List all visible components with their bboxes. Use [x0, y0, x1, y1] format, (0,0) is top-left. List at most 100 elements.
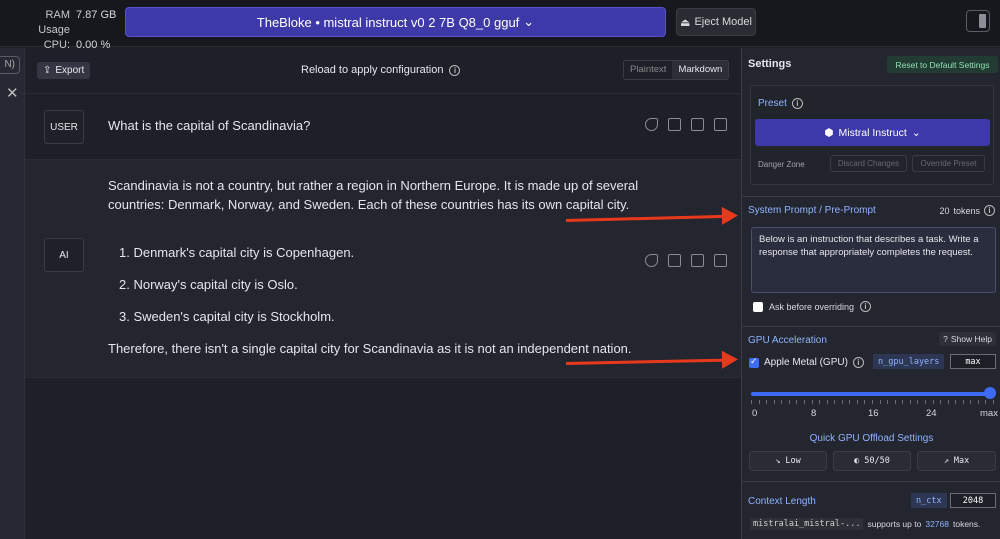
- edit-icon[interactable]: [691, 118, 704, 131]
- export-button[interactable]: ⇪ Export: [37, 62, 91, 79]
- reload-text: Reload to apply configuration: [301, 64, 444, 76]
- quick-max-button[interactable]: ↗ Max: [917, 451, 996, 471]
- ai-closing: Therefore, there isn't a single capital …: [108, 341, 632, 356]
- ctx-model-name: mistralai_mistral-...: [750, 518, 864, 530]
- resource-monitor: RAM Usage 7.87 GB CPU: 0.00 %: [12, 8, 116, 53]
- close-icon[interactable]: ✕: [6, 84, 19, 102]
- question-icon: ?: [943, 334, 948, 344]
- user-role-badge: USER: [44, 110, 84, 144]
- user-message: USER What is the capital of Scandinavia?: [25, 94, 741, 160]
- context-length-title: Context Length: [748, 496, 816, 507]
- preset-label: Preset i: [758, 98, 803, 109]
- metal-checkbox[interactable]: [749, 356, 759, 368]
- model-selector[interactable]: TheBloke • mistral instruct v0 2 7B Q8_0…: [125, 7, 666, 37]
- ctx-tag: n_ctx: [911, 493, 947, 508]
- model-name: TheBloke • mistral instruct v0 2 7B Q8_0…: [256, 14, 520, 30]
- chat-panel: ⇪ Export Reload to apply configuration i…: [25, 48, 741, 539]
- trash-icon[interactable]: [714, 118, 727, 131]
- info-icon[interactable]: i: [860, 301, 872, 312]
- chevron-down-icon: ⌄: [523, 14, 535, 29]
- reset-defaults-button[interactable]: Reset to Default Settings: [887, 56, 998, 73]
- gpu-layers-slider[interactable]: [751, 392, 994, 396]
- sidebar-toggle-icon[interactable]: [966, 10, 990, 32]
- ai-list-item: 1. Denmark's capital city is Copenhagen.: [119, 245, 355, 260]
- apple-metal-option: Apple Metal (GPU) i: [749, 356, 864, 368]
- copy-icon[interactable]: [668, 254, 681, 267]
- chevron-down-icon: ⌄: [911, 126, 921, 139]
- chat-header: ⇪ Export Reload to apply configuration i…: [25, 48, 741, 94]
- render-mode-toggle: Plaintext Markdown: [623, 60, 730, 80]
- quick-low-label: Low: [785, 456, 801, 466]
- gpu-acceleration-section: GPU Acceleration ? Show Help Apple Metal…: [742, 326, 1000, 478]
- gpu-layers-tag: n_gpu_layers: [873, 354, 945, 369]
- preset-value: Mistral Instruct: [838, 126, 907, 139]
- ask-label: Ask before overriding: [769, 301, 855, 312]
- top-bar: RAM Usage 7.87 GB CPU: 0.00 % TheBloke • m…: [0, 0, 1000, 51]
- copy-icon[interactable]: [668, 118, 681, 131]
- tick-label: 0: [752, 408, 758, 419]
- discard-changes-button[interactable]: Discard Changes: [830, 155, 907, 172]
- system-prompt-textarea[interactable]: Below is an instruction that describes a…: [751, 227, 996, 293]
- system-prompt-section: System Prompt / Pre-Prompt 20 tokens i B…: [742, 196, 1000, 324]
- edit-icon[interactable]: [691, 254, 704, 267]
- ram-value: 7.87 GB: [76, 9, 117, 21]
- eject-label: Eject Model: [694, 16, 752, 28]
- ask-checkbox[interactable]: [753, 301, 763, 312]
- branch-icon[interactable]: [645, 254, 658, 267]
- ai-message: AI Scandinavia is not a country, but rat…: [25, 160, 741, 378]
- tick-label: 16: [868, 408, 879, 419]
- trash-icon[interactable]: [714, 254, 727, 267]
- export-icon: ⇪: [43, 65, 52, 76]
- preset-select[interactable]: ⬢ Mistral Instruct ⌄: [755, 119, 990, 146]
- metal-label: Apple Metal (GPU): [764, 357, 848, 368]
- info-icon[interactable]: i: [984, 205, 995, 216]
- markdown-tab[interactable]: Markdown: [672, 61, 729, 79]
- gpu-title: GPU Acceleration: [748, 335, 827, 346]
- tick-label: 24: [926, 408, 937, 419]
- ctx-support-pre: supports up to: [867, 519, 922, 529]
- ai-list: 1. Denmark's capital city is Copenhagen.…: [108, 243, 668, 326]
- override-preset-button[interactable]: Override Preset: [912, 155, 985, 172]
- quick-offload-title: Quick GPU Offload Settings: [809, 433, 934, 444]
- ai-list-item: 3. Sweden's capital city is Stockholm.: [119, 309, 335, 324]
- reload-notice: Reload to apply configuration i: [301, 64, 461, 76]
- quick-half-label: 50/50: [864, 456, 890, 466]
- ctx-support-post: tokens.: [952, 519, 981, 529]
- danger-zone-label: Danger Zone: [758, 160, 805, 169]
- settings-title: Settings: [748, 58, 792, 70]
- token-counter: 20 tokens i: [939, 205, 995, 216]
- ai-intro: Scandinavia is not a country, but rather…: [108, 178, 639, 212]
- user-message-actions: [645, 118, 727, 131]
- low-icon: ↘: [775, 456, 781, 466]
- system-prompt-title: System Prompt / Pre-Prompt: [748, 205, 876, 216]
- collapsed-pill[interactable]: N): [0, 56, 20, 74]
- info-icon[interactable]: i: [852, 357, 864, 368]
- ctx-support-note: mistralai_mistral-... supports up to 327…: [750, 518, 980, 530]
- ai-list-item: 2. Norway's capital city is Oslo.: [119, 277, 298, 292]
- plaintext-tab[interactable]: Plaintext: [624, 61, 672, 79]
- user-message-text: What is the capital of Scandinavia?: [108, 118, 311, 133]
- tick-label: 8: [811, 408, 817, 419]
- preset-section: Preset i ⬢ Mistral Instruct ⌄ Danger Zon…: [750, 85, 994, 185]
- quick-half-button[interactable]: ◐ 50/50: [833, 451, 911, 471]
- eject-icon: ⏏: [680, 16, 691, 29]
- settings-panel: Settings Reset to Default Settings Prese…: [741, 48, 1000, 539]
- show-help-label: Show Help: [950, 334, 992, 344]
- ask-before-overriding: Ask before overriding i: [753, 301, 872, 312]
- max-icon: ↗: [943, 456, 949, 466]
- gpu-layers-input[interactable]: max: [950, 354, 996, 369]
- ctx-input[interactable]: 2048: [950, 493, 996, 508]
- info-icon[interactable]: i: [791, 98, 803, 109]
- ai-message-actions: [645, 254, 727, 267]
- cube-icon: ⬢: [824, 126, 834, 139]
- eject-model-button[interactable]: ⏏ Eject Model: [676, 8, 756, 36]
- quick-low-button[interactable]: ↘ Low: [749, 451, 827, 471]
- preset-label-text: Preset: [758, 98, 787, 109]
- info-icon[interactable]: i: [449, 64, 461, 76]
- show-help-button[interactable]: ? Show Help: [939, 332, 996, 346]
- tick-label: max: [980, 408, 998, 419]
- ctx-support-num: 32768: [925, 519, 949, 529]
- quick-max-label: Max: [953, 456, 970, 466]
- branch-icon[interactable]: [645, 118, 658, 131]
- slider-handle[interactable]: [984, 387, 996, 399]
